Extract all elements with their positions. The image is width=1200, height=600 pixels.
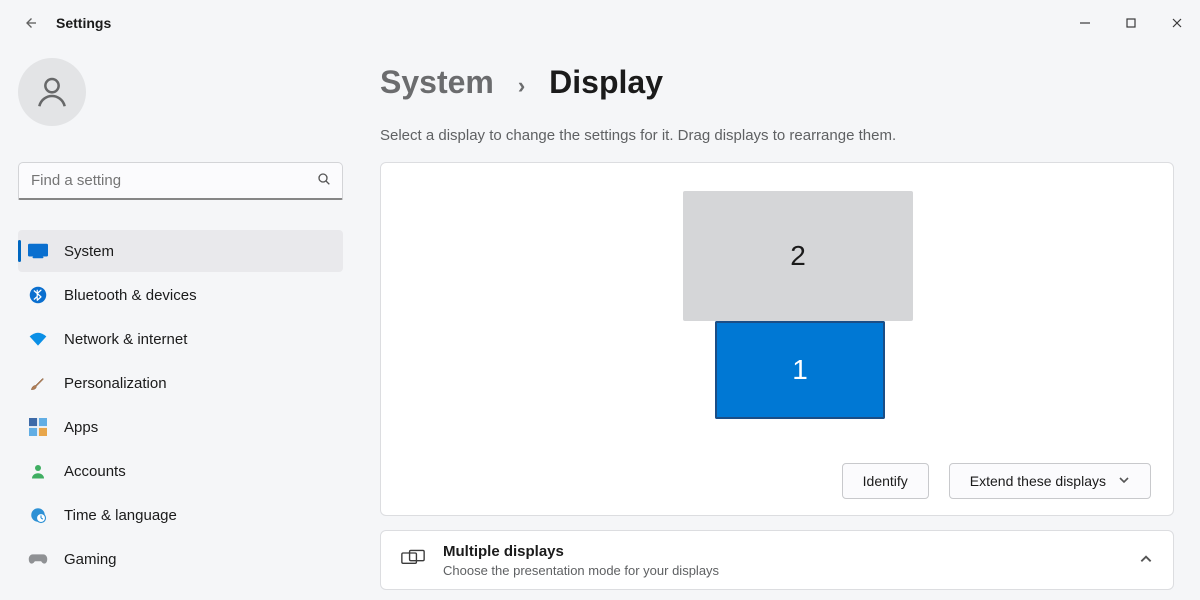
- display-arrangement-canvas[interactable]: 2 1: [403, 191, 1151, 421]
- sidebar-item-label: Apps: [64, 419, 98, 436]
- search-icon: [316, 171, 332, 190]
- sidebar-item-label: System: [64, 243, 114, 260]
- title-bar: Settings: [0, 0, 1200, 46]
- sidebar-item-gaming[interactable]: Gaming: [18, 538, 343, 580]
- sidebar: System Bluetooth & devices Network & int…: [0, 46, 346, 600]
- gaming-icon: [28, 549, 48, 569]
- avatar[interactable]: [18, 58, 86, 126]
- display-arrangement-panel: 2 1 Identify Extend these displays: [380, 162, 1174, 516]
- chevron-up-icon: [1139, 552, 1153, 569]
- sidebar-item-label: Accounts: [64, 463, 126, 480]
- chevron-right-icon: ›: [518, 73, 525, 99]
- row-text: Multiple displays Choose the presentatio…: [443, 543, 719, 578]
- help-text: Select a display to change the settings …: [380, 127, 1180, 144]
- search-field[interactable]: [29, 171, 316, 190]
- wifi-icon: [28, 329, 48, 349]
- time-icon: [28, 505, 48, 525]
- window-title: Settings: [56, 15, 111, 31]
- minimize-icon: [1079, 17, 1091, 29]
- close-icon: [1171, 17, 1183, 29]
- button-label: Identify: [863, 473, 908, 489]
- breadcrumb-current: Display: [549, 64, 663, 101]
- window-minimize-button[interactable]: [1062, 0, 1108, 46]
- sidebar-item-time-language[interactable]: Time & language: [18, 494, 343, 536]
- back-button[interactable]: [14, 7, 46, 39]
- sidebar-item-label: Gaming: [64, 551, 117, 568]
- sidebar-item-bluetooth[interactable]: Bluetooth & devices: [18, 274, 343, 316]
- sidebar-item-label: Bluetooth & devices: [64, 287, 197, 304]
- back-arrow-icon: [21, 14, 39, 32]
- monitor-label: 2: [790, 240, 806, 272]
- accounts-icon: [28, 461, 48, 481]
- multiple-displays-row[interactable]: Multiple displays Choose the presentatio…: [380, 530, 1174, 590]
- sidebar-item-system[interactable]: System: [18, 230, 343, 272]
- search-input[interactable]: [18, 162, 343, 200]
- maximize-icon: [1125, 17, 1137, 29]
- monitor-2[interactable]: 2: [683, 191, 913, 321]
- main-content: System › Display Select a display to cha…: [346, 46, 1200, 600]
- sidebar-item-label: Personalization: [64, 375, 167, 392]
- sidebar-item-accounts[interactable]: Accounts: [18, 450, 343, 492]
- sidebar-item-network[interactable]: Network & internet: [18, 318, 343, 360]
- user-icon: [33, 73, 71, 111]
- apps-icon: [28, 417, 48, 437]
- display-mode-dropdown[interactable]: Extend these displays: [949, 463, 1151, 499]
- monitor-label: 1: [792, 354, 808, 386]
- brush-icon: [28, 373, 48, 393]
- bluetooth-icon: [28, 285, 48, 305]
- arrangement-actions: Identify Extend these displays: [403, 463, 1151, 499]
- row-subtitle: Choose the presentation mode for your di…: [443, 563, 719, 578]
- system-icon: [28, 241, 48, 261]
- window-maximize-button[interactable]: [1108, 0, 1154, 46]
- breadcrumb-parent[interactable]: System: [380, 64, 494, 101]
- window-close-button[interactable]: [1154, 0, 1200, 46]
- sidebar-item-apps[interactable]: Apps: [18, 406, 343, 448]
- sidebar-item-personalization[interactable]: Personalization: [18, 362, 343, 404]
- row-title: Multiple displays: [443, 543, 719, 561]
- monitor-1[interactable]: 1: [715, 321, 885, 419]
- sidebar-item-label: Time & language: [64, 507, 177, 524]
- breadcrumb: System › Display: [380, 64, 1180, 101]
- identify-button[interactable]: Identify: [842, 463, 929, 499]
- sidebar-item-label: Network & internet: [64, 331, 187, 348]
- sidebar-nav: System Bluetooth & devices Network & int…: [18, 230, 346, 580]
- window-controls: [1062, 0, 1200, 46]
- multiple-displays-icon: [401, 549, 425, 572]
- chevron-down-icon: [1118, 473, 1130, 489]
- dropdown-label: Extend these displays: [970, 473, 1106, 489]
